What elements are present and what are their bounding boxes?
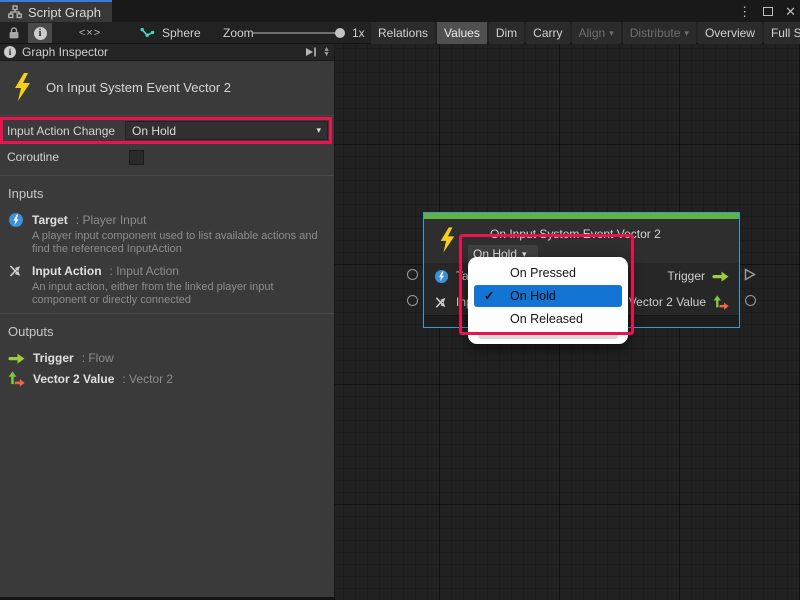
tab-script-graph[interactable]: Script Graph bbox=[0, 0, 112, 22]
input-port-input-action-socket[interactable] bbox=[407, 295, 418, 306]
on-hold-dropdown-menu: On Pressed ✓ On Hold On Released bbox=[468, 257, 628, 344]
unity-visual-scripting-window: Script Graph ⋮ ✕ i <×> bbox=[0, 0, 800, 600]
output-port-trigger-socket[interactable] bbox=[744, 268, 756, 281]
input-port-target-socket[interactable] bbox=[407, 269, 418, 280]
coroutine-label: Coroutine bbox=[7, 150, 129, 164]
panel-scrubber-icon[interactable]: ▲▼ bbox=[323, 47, 330, 57]
toolbar-toggles: Relations Values Dim Carry Align ▾ Distr… bbox=[371, 22, 800, 44]
zoom-label: Zoom bbox=[223, 26, 254, 40]
graph-owner-selector[interactable]: Sphere bbox=[140, 22, 201, 44]
zoom-slider-track bbox=[253, 32, 345, 34]
relations-button[interactable]: Relations bbox=[371, 22, 435, 44]
dim-button[interactable]: Dim bbox=[489, 22, 524, 44]
input-action-icon bbox=[434, 295, 449, 310]
node-port-trigger-label: Trigger bbox=[667, 269, 705, 283]
zoom-slider-knob[interactable] bbox=[335, 28, 345, 38]
overview-button[interactable]: Overview bbox=[698, 22, 762, 44]
output-port-vector2-socket[interactable] bbox=[745, 295, 756, 306]
inspected-node-title-block: On Input System Event Vector 2 bbox=[0, 61, 334, 115]
inspected-node-title: On Input System Event Vector 2 bbox=[46, 80, 231, 95]
zoom-slider[interactable] bbox=[253, 22, 345, 44]
graph-owner-label: Sphere bbox=[162, 26, 201, 40]
input-action-change-value: On Hold bbox=[132, 124, 176, 138]
node-title: On Input System Event Vector 2 bbox=[490, 227, 661, 241]
code-icon: <×> bbox=[79, 27, 101, 39]
event-bolt-icon bbox=[438, 227, 456, 253]
graph-inspector-panel: i Graph Inspector ▲▼ On Input System Eve… bbox=[0, 44, 335, 597]
info-icon: i bbox=[34, 27, 47, 40]
coroutine-checkbox[interactable] bbox=[129, 150, 144, 165]
input-action-icon bbox=[8, 263, 24, 279]
coroutine-row: Coroutine bbox=[0, 144, 334, 170]
code-view-button[interactable]: <×> bbox=[70, 23, 110, 43]
input-action-change-label: Input Action Change bbox=[3, 124, 125, 138]
player-input-icon bbox=[8, 212, 24, 228]
info-icon: i bbox=[4, 46, 16, 58]
vector2-icon bbox=[713, 295, 729, 310]
full-screen-button[interactable]: Full Screen bbox=[764, 22, 800, 44]
input-action-change-dropdown[interactable]: On Hold ▾ bbox=[125, 121, 328, 140]
carry-button[interactable]: Carry bbox=[526, 22, 569, 44]
tab-bar: Script Graph ⋮ ✕ bbox=[0, 0, 800, 22]
flow-arrow-icon bbox=[8, 353, 25, 364]
outputs-section-title: Outputs bbox=[0, 314, 334, 347]
menu-item-on-pressed[interactable]: On Pressed bbox=[468, 262, 628, 284]
distribute-button[interactable]: Distribute ▾ bbox=[623, 22, 696, 44]
event-bolt-icon bbox=[12, 73, 32, 101]
input-pin-target-description: A player input component used to list av… bbox=[32, 230, 326, 256]
flow-arrow-icon bbox=[712, 271, 729, 282]
tab-label: Script Graph bbox=[28, 5, 101, 20]
values-button[interactable]: Values bbox=[437, 22, 487, 44]
menu-item-on-released[interactable]: On Released bbox=[468, 308, 628, 330]
inputs-section-title: Inputs bbox=[0, 176, 334, 209]
output-pin-vector2-value: Vector 2 Value : Vector 2 bbox=[0, 367, 334, 389]
menu-item-on-hold[interactable]: ✓ On Hold bbox=[474, 285, 622, 307]
lock-icon bbox=[8, 26, 20, 40]
dock-panel-icon[interactable] bbox=[305, 47, 317, 57]
input-action-change-row-highlighted: Input Action Change On Hold ▾ bbox=[0, 117, 332, 144]
inspector-toggle-button[interactable]: i bbox=[28, 23, 52, 43]
chevron-down-icon: ▾ bbox=[684, 29, 689, 38]
chevron-down-icon: ▾ bbox=[609, 29, 614, 38]
overflow-menu-icon[interactable]: ⋮ bbox=[738, 5, 751, 18]
output-pin-trigger: Trigger : Flow bbox=[0, 347, 334, 367]
vector2-icon bbox=[8, 371, 25, 387]
maximize-icon[interactable] bbox=[763, 7, 773, 16]
graph-pointer-icon bbox=[140, 27, 155, 40]
script-graph-icon bbox=[8, 5, 22, 19]
align-button[interactable]: Align ▾ bbox=[572, 22, 621, 44]
input-pin-input-action-description: An input action, either from the linked … bbox=[32, 281, 326, 307]
lock-button[interactable] bbox=[2, 23, 26, 43]
input-pin-input-action: Input Action : Input Action bbox=[0, 260, 334, 280]
node-port-vector2-label: Vector 2 Value bbox=[629, 295, 706, 309]
graph-inspector-header: i Graph Inspector ▲▼ bbox=[0, 44, 334, 61]
graph-toolbar: i <×> Sphere Zoom 1x Relations Values Di… bbox=[0, 22, 800, 44]
chevron-down-icon: ▾ bbox=[316, 126, 321, 135]
input-pin-target: Target : Player Input bbox=[0, 209, 334, 229]
menu-partial-item bbox=[478, 333, 618, 339]
window-controls: ⋮ ✕ bbox=[738, 0, 796, 22]
graph-inspector-title: Graph Inspector bbox=[22, 45, 108, 59]
player-input-icon bbox=[434, 269, 449, 284]
close-icon[interactable]: ✕ bbox=[785, 5, 796, 18]
check-icon: ✓ bbox=[484, 285, 494, 307]
zoom-value: 1x bbox=[352, 26, 365, 40]
